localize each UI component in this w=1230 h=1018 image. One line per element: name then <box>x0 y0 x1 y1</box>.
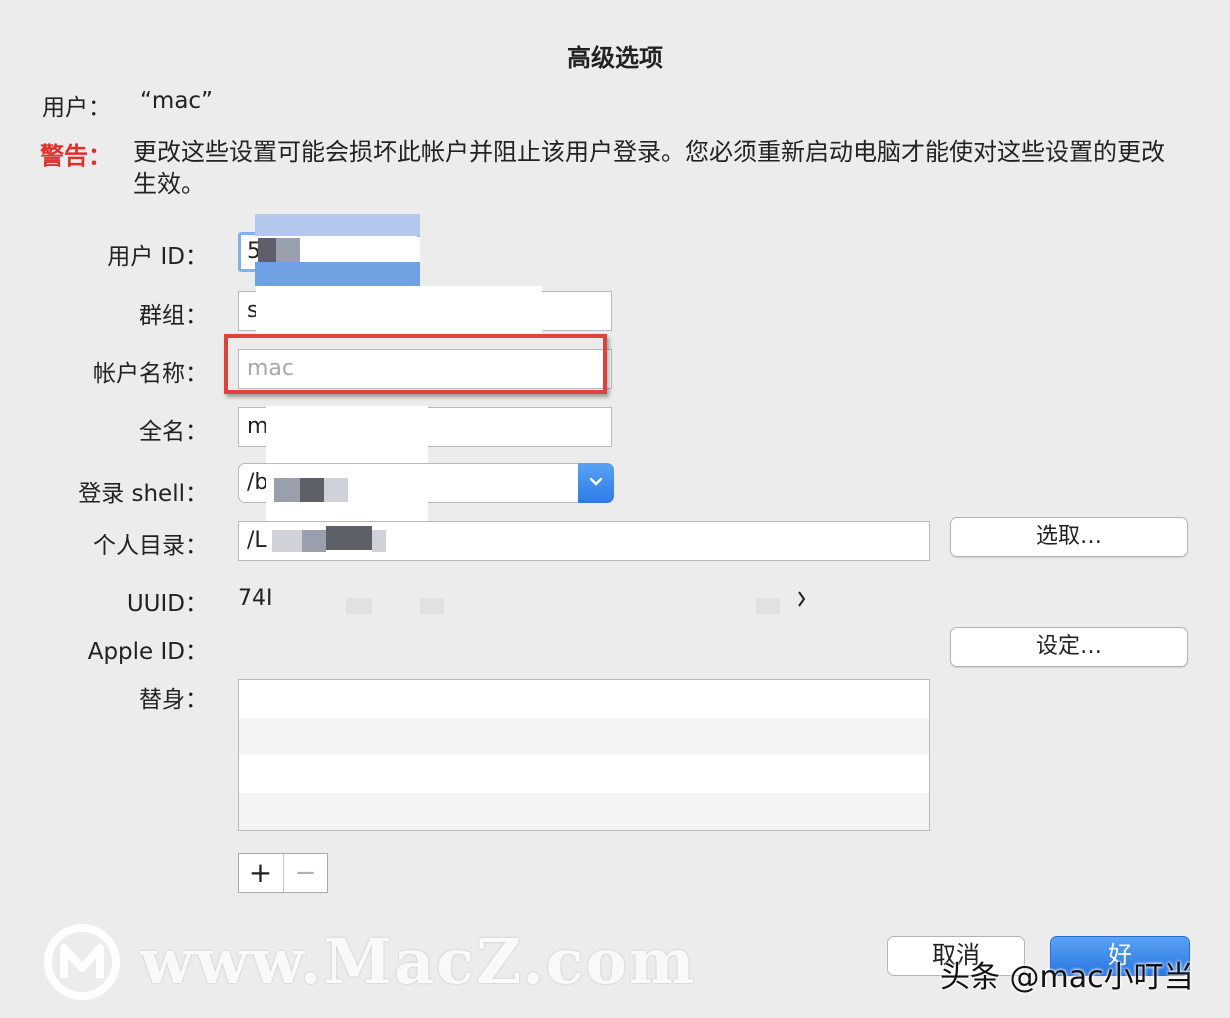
redaction-mask <box>300 237 420 263</box>
list-row <box>239 680 929 718</box>
home-dir-label: 个人目录： <box>93 533 208 559</box>
user-label: 用户： <box>42 95 111 121</box>
apple-id-label: Apple ID： <box>87 639 208 665</box>
popup-arrow-button[interactable] <box>578 463 614 503</box>
redaction-mask <box>256 286 542 334</box>
dialog-title: 高级选项 <box>567 44 663 72</box>
warning-label: 警告： <box>40 142 112 170</box>
set-button[interactable]: 设定… <box>950 627 1188 667</box>
pixelation <box>272 530 302 552</box>
pixelation <box>324 478 348 502</box>
aliases-list[interactable] <box>238 679 930 831</box>
pixelation <box>274 478 300 502</box>
user-id-label: 用户 ID： <box>107 244 208 270</box>
list-row <box>239 717 929 755</box>
pixelation <box>258 238 276 262</box>
group-label: 群组： <box>139 303 208 329</box>
watermark-credit: 头条 @mac小叮当 <box>940 960 1194 995</box>
account-name-label: 帐户名称： <box>93 361 208 387</box>
pixelation <box>326 526 372 550</box>
pixelation <box>302 530 326 552</box>
uuid-value: 74I <box>238 586 273 611</box>
pixelation <box>276 238 300 262</box>
chevron-right-icon <box>796 588 808 610</box>
remove-alias-button[interactable]: − <box>282 854 328 892</box>
macz-logo-icon <box>42 922 122 1002</box>
pixelation <box>346 598 372 614</box>
user-value: “mac” <box>140 88 213 114</box>
plus-icon: + <box>248 856 273 889</box>
pixelation <box>372 530 386 552</box>
uuid-label: UUID： <box>126 591 208 617</box>
home-dir-value: /L <box>247 528 267 553</box>
pixelation <box>300 478 324 502</box>
watermark-site: www.MacZ.com <box>140 925 697 998</box>
chevron-down-icon <box>589 477 603 486</box>
aliases-label: 替身： <box>139 687 208 713</box>
choose-button[interactable]: 选取… <box>950 517 1188 557</box>
pixelation <box>420 598 444 614</box>
highlight-box <box>224 334 607 394</box>
login-shell-label: 登录 shell： <box>78 481 208 507</box>
add-remove-control: + − <box>238 853 328 893</box>
pixelation <box>756 598 780 614</box>
minus-icon: − <box>294 858 317 888</box>
redaction-mask <box>255 262 420 286</box>
add-alias-button[interactable]: + <box>239 854 283 892</box>
redaction-mask <box>255 214 420 236</box>
full-name-label: 全名： <box>139 419 208 445</box>
list-row <box>239 755 929 793</box>
warning-text: 更改这些设置可能会损坏此帐户并阻止该用户登录。您必须重新启动电脑才能使对这些设置… <box>133 138 1165 198</box>
list-row <box>239 792 929 830</box>
